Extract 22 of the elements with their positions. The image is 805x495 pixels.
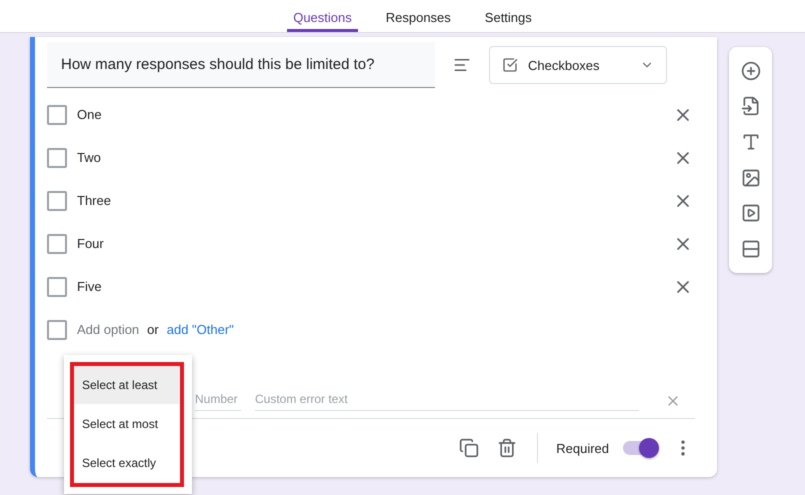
checkbox[interactable] — [47, 234, 67, 254]
checkbox[interactable] — [47, 104, 67, 124]
checkbox[interactable] — [47, 190, 67, 210]
checkbox-icon — [502, 57, 518, 73]
option-label[interactable]: One — [77, 107, 671, 122]
option-label[interactable]: Four — [77, 236, 671, 251]
menu-item[interactable]: Select at least — [74, 366, 180, 404]
tab[interactable]: Settings — [478, 0, 538, 32]
add-other-link[interactable]: add "Other" — [166, 322, 234, 337]
checkbox[interactable] — [47, 276, 67, 296]
question-title-field[interactable]: How many responses should this be limited to? — [47, 42, 435, 88]
required-toggle[interactable] — [623, 441, 657, 455]
question-type-dropdown[interactable]: Checkboxes — [489, 46, 667, 84]
tab[interactable]: Responses — [380, 0, 457, 32]
checkbox[interactable] — [47, 148, 67, 168]
option-label[interactable]: Three — [77, 193, 671, 208]
or-text: or — [147, 322, 159, 337]
option-label[interactable]: Two — [77, 150, 671, 165]
option-label[interactable]: Five — [77, 279, 671, 294]
tab[interactable]: Questions — [287, 0, 358, 32]
add-option-text[interactable]: Add option — [77, 322, 140, 337]
required-label: Required — [556, 440, 609, 456]
